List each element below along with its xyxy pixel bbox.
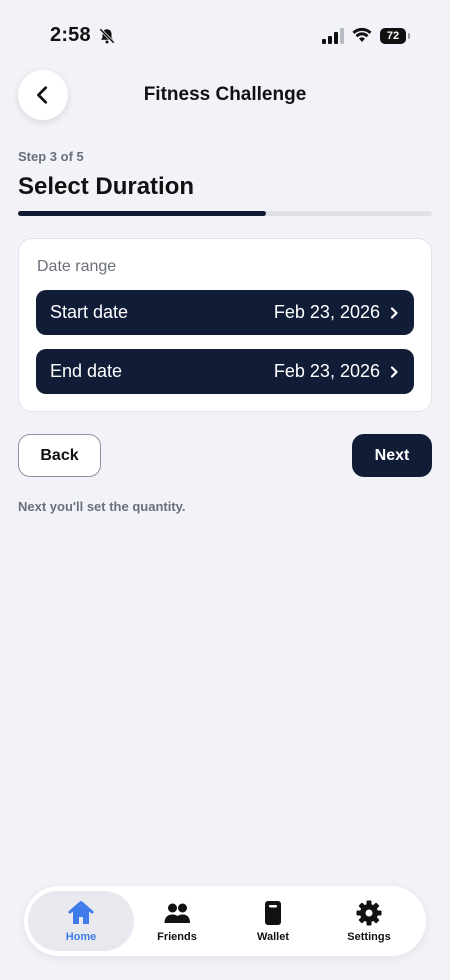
signal-icon — [322, 28, 344, 44]
tab-home-label: Home — [65, 931, 97, 943]
next-step-hint: Next you'll set the quantity. — [18, 499, 186, 514]
progress-fill — [18, 211, 267, 216]
end-date-label: End date — [50, 361, 123, 381]
page-title: Fitness Challenge — [143, 84, 307, 105]
chevron-right-icon — [390, 306, 398, 319]
date-range-card: Date range Start date Feb 23, 2026 End d… — [18, 238, 432, 412]
friends-icon — [164, 903, 190, 923]
tab-home[interactable]: Home — [28, 891, 134, 951]
status-bar: 2:58 72 — [0, 0, 450, 60]
battery-indicator: 72 — [380, 28, 410, 44]
start-date-picker[interactable]: Start date Feb 23, 2026 — [36, 290, 414, 335]
home-icon — [68, 901, 94, 924]
back-button[interactable]: Back — [18, 434, 101, 477]
status-time: 2:58 — [50, 24, 91, 46]
wifi-icon — [352, 27, 372, 42]
progress-bar — [18, 211, 432, 216]
tab-friends[interactable]: Friends — [124, 891, 230, 951]
step-indicator: Step 3 of 5 — [18, 149, 84, 164]
tab-settings[interactable]: Settings — [316, 891, 422, 951]
wallet-icon — [265, 901, 281, 925]
tab-wallet-label: Wallet — [257, 931, 289, 943]
tab-friends-label: Friends — [157, 931, 197, 943]
date-range-label: Date range — [37, 258, 117, 275]
tab-bar: Home Friends Wallet Settings — [24, 886, 426, 956]
bell-muted-icon — [99, 28, 115, 44]
start-date-label: Start date — [50, 302, 129, 322]
next-button[interactable]: Next — [352, 434, 432, 477]
end-date-picker[interactable]: End date Feb 23, 2026 — [36, 349, 414, 394]
end-date-value: Feb 23, 2026 — [273, 361, 380, 381]
tab-wallet[interactable]: Wallet — [220, 891, 326, 951]
gear-icon — [356, 900, 382, 926]
start-date-value: Feb 23, 2026 — [273, 302, 380, 322]
chevron-right-icon — [390, 365, 398, 378]
tab-settings-label: Settings — [347, 931, 391, 943]
step-title: Select Duration — [18, 173, 195, 200]
